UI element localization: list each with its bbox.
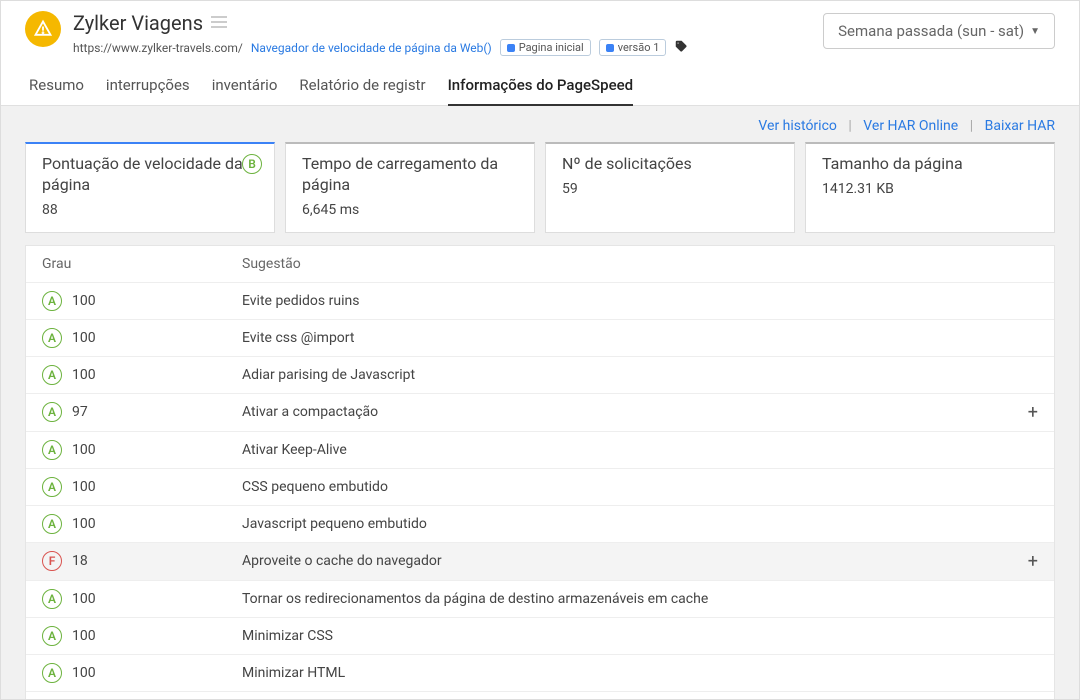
card-title: Tempo de carregamento da página [302,154,518,196]
page-title: Zylker Viagens [73,11,203,35]
card-title: Nº de solicitações [562,154,778,175]
expand-icon[interactable]: + [1008,402,1038,423]
suggestion-text: Javascript pequeno embutido [242,516,1008,532]
separator: | [970,118,973,134]
card-page-size[interactable]: Tamanho da página 1412.31 KB [805,142,1055,233]
grade-letter: A [42,440,62,460]
caret-down-icon: ▼ [1030,26,1040,37]
table-row[interactable]: A 100 Evite pedidos ruins [26,282,1054,319]
tab-log-report[interactable]: Relatório de registr [299,70,425,105]
table-row[interactable]: A99Minimizar JavaScript [26,691,1054,699]
table-row[interactable]: A 100 Ativar Keep-Alive [26,431,1054,468]
tabs: Resumo interrupções inventário Relatório… [1,60,1079,106]
col-header-grade: Grau [42,256,242,272]
card-title: Pontuação de velocidade da página [42,154,258,196]
grade-letter: A [42,291,62,311]
suggestion-text: Evite pedidos ruins [242,293,1008,309]
card-value: 6,645 ms [302,202,518,218]
dot-icon [606,44,614,52]
card-pagespeed-score[interactable]: Pontuação de velocidade da página 88 B [25,142,275,233]
card-value: 1412.31 KB [822,181,1038,197]
pill-home[interactable]: Pagina inicial [500,39,591,56]
table-row[interactable]: A 100 CSS pequeno embutido [26,468,1054,505]
suggestion-text: Ativar Keep-Alive [242,442,1008,458]
tab-pagespeed[interactable]: Informações do PageSpeed [448,70,634,106]
card-value: 88 [42,202,258,218]
pill-label: Pagina inicial [519,41,584,54]
grade-letter: A [42,328,62,348]
grade-score: 100 [72,516,96,532]
grade-letter: A [42,477,62,497]
suggestion-text: Ativar a compactação [242,404,1008,420]
pill-label: versão 1 [618,41,660,54]
grade-score: 100 [72,628,96,644]
card-value: 59 [562,181,778,197]
speed-browser-link[interactable]: Navegador de velocidade de página da Web… [251,41,492,55]
grade-score: 18 [72,553,88,569]
grade-letter: A [42,626,62,646]
suggestions-table: Grau Sugestão A 100 Evite pedidos ruins A 10… [25,245,1055,699]
card-requests[interactable]: Nº de solicitações 59 [545,142,795,233]
suggestion-text: Minimizar CSS [242,628,1008,644]
grade-score: 100 [72,330,96,346]
grade-score: 100 [72,591,96,607]
separator: | [848,118,851,134]
grade-letter: A [42,514,62,534]
table-row[interactable]: F 18 Aproveite o cache do navegador+ [26,542,1054,580]
grade-score: 100 [72,442,96,458]
table-row[interactable]: A 100 Minimizar CSS [26,617,1054,654]
pill-version[interactable]: versão 1 [599,39,667,56]
expand-icon[interactable]: + [1008,551,1038,572]
card-title: Tamanho da página [822,154,1038,175]
date-range-label: Semana passada (sun - sat) [838,22,1024,40]
logo [25,11,61,47]
table-row[interactable]: A 100 Evite css @import [26,319,1054,356]
tab-summary[interactable]: Resumo [29,70,84,105]
grade-badge: B [242,154,262,174]
menu-icon[interactable] [211,14,227,32]
suggestion-text: CSS pequeno embutido [242,479,1008,495]
grade-letter: A [42,365,62,385]
suggestion-text: Evite css @import [242,330,1008,346]
tag-icon[interactable] [674,39,688,56]
suggestion-text: Tornar os redirecionamentos da página de… [242,591,1008,607]
dot-icon [507,44,515,52]
site-url: https://www.zylker-travels.com/ [73,41,243,55]
tab-outages[interactable]: interrupções [106,70,190,105]
tab-inventory[interactable]: inventário [212,70,278,105]
grade-letter: F [42,551,62,571]
grade-letter: A [42,589,62,609]
card-load-time[interactable]: Tempo de carregamento da página 6,645 ms [285,142,535,233]
table-row[interactable]: A 100 Javascript pequeno embutido [26,505,1054,542]
table-row[interactable]: A 97 Ativar a compactação+ [26,393,1054,431]
grade-letter: A [42,663,62,683]
col-header-suggestion: Sugestão [242,256,1008,272]
grade-score: 100 [72,665,96,681]
grade-score: 100 [72,479,96,495]
table-row[interactable]: A 100 Tornar os redirecionamentos da págin… [26,580,1054,617]
grade-score: 100 [72,367,96,383]
view-har-online-link[interactable]: Ver HAR Online [863,118,958,134]
suggestion-text: Minimizar HTML [242,665,1008,681]
suggestion-text: Adiar parising de Javascript [242,367,1008,383]
view-history-link[interactable]: Ver histórico [758,118,836,134]
grade-score: 97 [72,404,88,420]
download-har-link[interactable]: Baixar HAR [985,118,1055,134]
date-range-picker[interactable]: Semana passada (sun - sat) ▼ [823,13,1055,49]
grade-score: 100 [72,293,96,309]
grade-letter: A [42,402,62,422]
table-row[interactable]: A 100 Adiar parising de Javascript [26,356,1054,393]
suggestion-text: Aproveite o cache do navegador [242,553,1008,569]
table-row[interactable]: A 100 Minimizar HTML [26,654,1054,691]
